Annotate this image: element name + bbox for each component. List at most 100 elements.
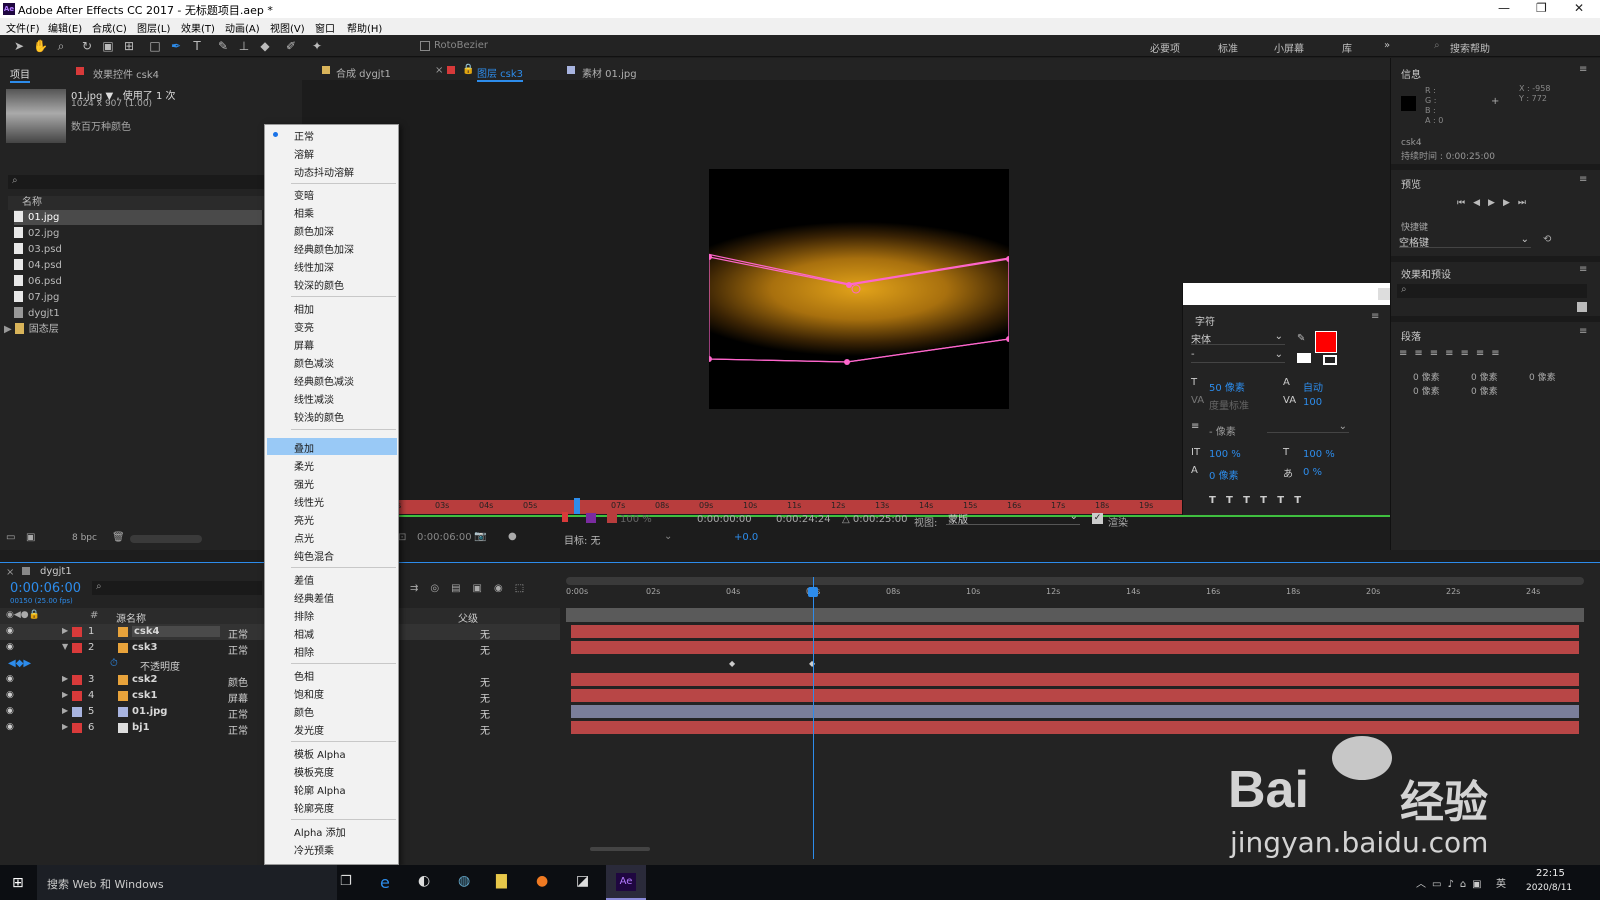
zoom-level[interactable]: 100 % (620, 514, 652, 525)
app-icon-2[interactable]: ◍ (458, 873, 470, 889)
playback-controls[interactable]: ⏮◀▶▶⏭ (1457, 198, 1534, 208)
font-size-value[interactable]: 50 像素 (1209, 379, 1245, 394)
indent-first-value[interactable]: 0 像素 (1529, 370, 1556, 383)
keyframe-icon[interactable]: ◆ (729, 659, 735, 668)
menu-item[interactable]: 颜色 (294, 704, 314, 719)
close-tab-icon[interactable]: × (6, 567, 14, 578)
kerning-value[interactable]: 度量标准 (1209, 397, 1249, 412)
expand-triangle-icon[interactable]: ▶ (62, 706, 68, 715)
menu-item[interactable]: 饱和度 (294, 686, 324, 701)
font-family-dropdown[interactable]: 宋体 ⌄ (1191, 331, 1285, 346)
taskbar-time[interactable]: 22:15 (1536, 868, 1565, 879)
list-item[interactable]: 04.psd (14, 258, 262, 273)
rotobezier-checkbox[interactable] (420, 41, 430, 51)
label-swatch[interactable] (72, 643, 82, 653)
timeline-zoom-slider[interactable] (590, 847, 650, 851)
menu-item[interactable]: 变亮 (294, 319, 314, 334)
indent-right-value[interactable]: 0 像素 (1471, 370, 1498, 383)
space-before-value[interactable]: 0 像素 (1413, 384, 1440, 397)
edge-icon[interactable]: e (380, 873, 390, 892)
render-checkbox[interactable]: ✓ (1092, 513, 1103, 524)
target-dropdown[interactable]: 目标: 无 (564, 532, 601, 547)
leading-value[interactable]: 自动 (1303, 379, 1323, 394)
timeline-switches-icons[interactable]: ⇉◎▤▣◉⬚ (410, 583, 536, 594)
clone-tool-icon[interactable]: ⊥ (237, 39, 251, 53)
menu-item[interactable]: 相乘 (294, 205, 314, 220)
workspace-essentials[interactable]: 必要项 (1150, 40, 1180, 55)
vertical-scale-value[interactable]: 100 % (1209, 449, 1241, 460)
lock-icon[interactable]: 🔒 (462, 64, 474, 75)
menu-item[interactable]: Alpha 添加 (294, 824, 346, 839)
text-tool-icon[interactable]: T (190, 39, 204, 53)
new-comp-icon[interactable]: ▣ (26, 532, 35, 543)
label-swatch[interactable] (72, 707, 82, 717)
stopwatch-icon[interactable]: ⏱ (110, 658, 118, 669)
close-tab-icon[interactable]: × (435, 65, 443, 76)
new-preset-icon[interactable] (1577, 302, 1587, 312)
workspace-libraries[interactable]: 库 (1342, 40, 1352, 55)
in-point[interactable]: 0:00:00:00 (697, 514, 752, 525)
alignment-buttons[interactable]: ≡≡≡≡≡≡≡ (1399, 348, 1507, 359)
list-item[interactable]: 02.jpg (14, 226, 262, 241)
menu-item[interactable]: 线性光 (294, 494, 324, 509)
rotate-tool-icon[interactable]: ↻ (80, 39, 94, 53)
collapse-triangle-icon[interactable]: ▼ (62, 642, 68, 651)
timeline-playhead[interactable] (813, 577, 814, 859)
stroke-width-value[interactable]: - 像素 (1209, 423, 1236, 438)
visibility-eye-icon[interactable]: ◉ (6, 690, 14, 700)
camera-tool-icon[interactable]: ▣ (101, 39, 115, 53)
layer-bar[interactable] (571, 721, 1579, 734)
menu-item[interactable]: 经典颜色减淡 (294, 373, 354, 388)
menu-view[interactable]: 视图(V) (270, 20, 305, 35)
list-item[interactable]: 01.jpg (14, 210, 262, 225)
menu-item[interactable]: 较浅的颜色 (294, 409, 344, 424)
keyframe-nav-icon[interactable]: ◀◆▶ (8, 658, 31, 669)
visibility-eye-icon[interactable]: ◉ (6, 626, 14, 636)
pan-behind-tool-icon[interactable]: ⊞ (122, 39, 136, 53)
zoom-tool-icon[interactable]: ⌕ (54, 39, 68, 53)
layer-bar[interactable] (571, 625, 1579, 638)
region-icon[interactable]: ⊡ (398, 532, 406, 543)
font-style-dropdown[interactable]: - ⌄ (1191, 349, 1285, 363)
layer-playhead[interactable] (574, 498, 580, 514)
tab-layer[interactable]: 图层 csk3 (477, 65, 524, 82)
close-panel-icon[interactable] (1378, 288, 1390, 300)
baseline-value[interactable]: 0 像素 (1209, 467, 1239, 482)
menu-item[interactable]: 屏幕 (294, 337, 314, 352)
expand-triangle-icon[interactable]: ▶ (4, 324, 12, 335)
shortcut-dropdown[interactable]: 空格键 ⌄ (1399, 234, 1531, 249)
stroke-color-swatch[interactable] (1323, 355, 1337, 365)
menu-item[interactable]: 强光 (294, 476, 314, 491)
panel-menu-icon[interactable]: ≡ (1371, 311, 1379, 322)
app-icon[interactable]: ◐ (418, 873, 430, 889)
menu-item[interactable]: 亮光 (294, 512, 314, 527)
tab-effects-controls[interactable]: 效果控件 csk4 (93, 66, 159, 81)
label-swatch[interactable] (72, 675, 82, 685)
timeline-timecode[interactable]: 0:00:06:00 (10, 581, 81, 596)
ae-taskbar-button[interactable]: Ae (606, 865, 646, 900)
file-explorer-icon[interactable]: ▇ (496, 873, 507, 889)
menu-item[interactable]: 冷光预乘 (294, 842, 334, 857)
white-swatch[interactable] (1297, 353, 1311, 363)
tab-project[interactable]: 项目 (10, 66, 30, 83)
eraser-tool-icon[interactable]: ◆ (258, 39, 272, 53)
menu-item[interactable]: 差值 (294, 572, 314, 587)
menu-item[interactable]: 颜色加深 (294, 223, 334, 238)
timeline-zoom-bar[interactable] (566, 577, 1584, 585)
menu-item[interactable]: 色相 (294, 668, 314, 683)
menu-item[interactable]: 模板亮度 (294, 764, 334, 779)
firefox-icon[interactable]: ● (536, 873, 548, 889)
roto-brush-icon[interactable]: ✐ (284, 39, 298, 53)
label-swatch[interactable] (72, 627, 82, 637)
pen-tool-icon[interactable]: ✒ (169, 39, 183, 53)
view-dropdown[interactable]: 蒙版 ⌄ (946, 511, 1080, 526)
panel-menu-icon[interactable]: ≡ (1579, 64, 1587, 75)
minimize-icon[interactable]: — (1498, 1, 1510, 15)
tab-composition[interactable]: 合成 dygjt1 (336, 65, 391, 80)
menu-item[interactable]: 纯色混合 (294, 548, 334, 563)
indent-left-value[interactable]: 0 像素 (1413, 370, 1440, 383)
taskbar-search-text[interactable]: 搜索 Web 和 Windows (47, 876, 164, 892)
chevron-down-icon[interactable]: ⌄ (664, 531, 672, 542)
list-item[interactable]: dygjt1 (14, 306, 262, 321)
layer-bar[interactable] (571, 689, 1579, 702)
